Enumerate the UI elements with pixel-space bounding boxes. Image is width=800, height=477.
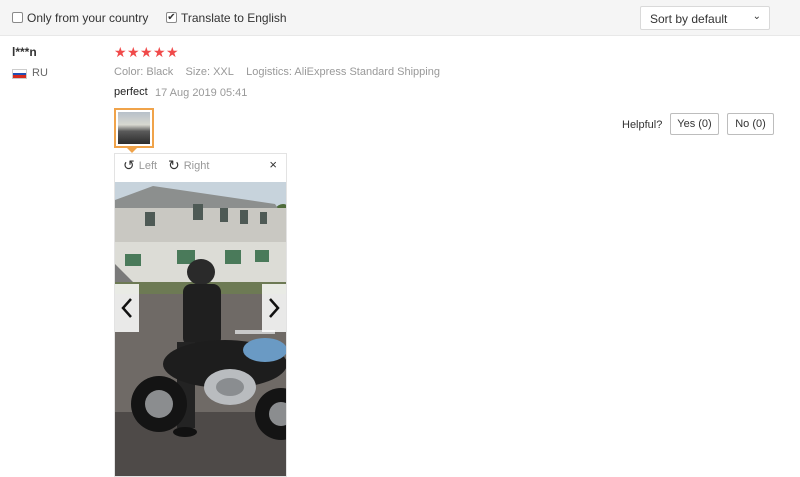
helpful-yes-button[interactable]: Yes (0) bbox=[670, 113, 719, 135]
review-date: 17 Aug 2019 05:41 bbox=[155, 87, 248, 99]
star-rating: ★★★★★ bbox=[114, 44, 179, 61]
rotate-left-button[interactable]: ↺ Left bbox=[123, 157, 157, 174]
only-country-checkbox[interactable] bbox=[12, 12, 23, 23]
thumbnail-image bbox=[118, 112, 150, 144]
review-photo-thumbnail[interactable] bbox=[114, 108, 154, 148]
rotate-right-label: Right bbox=[183, 160, 210, 172]
rotate-right-button[interactable]: ↻ Right bbox=[168, 157, 209, 174]
color-value: Black bbox=[146, 66, 174, 78]
rotate-left-icon: ↺ bbox=[123, 157, 135, 173]
star-icon: ★ bbox=[140, 44, 153, 60]
sort-value: Sort by default bbox=[650, 12, 728, 26]
size-label: Size: bbox=[185, 66, 211, 78]
image-viewer: ↺ Left ↻ Right × bbox=[114, 153, 287, 477]
order-attributes: Color: Black Size: XXL Logistics: AliExp… bbox=[114, 66, 440, 78]
filter-bar: Only from your country ✔ Translate to En… bbox=[0, 0, 800, 36]
rotate-left-label: Left bbox=[138, 160, 158, 172]
color-label: Color: bbox=[114, 66, 144, 78]
next-image-button[interactable] bbox=[262, 284, 286, 332]
viewer-toolbar: ↺ Left ↻ Right × bbox=[115, 154, 286, 178]
size-value: XXL bbox=[213, 66, 234, 78]
logistics-value: AliExpress Standard Shipping bbox=[294, 66, 440, 78]
star-icon: ★ bbox=[114, 44, 127, 60]
logistics-label: Logistics: bbox=[246, 66, 292, 78]
star-icon: ★ bbox=[153, 44, 166, 60]
helpful-no-button[interactable]: No (0) bbox=[727, 113, 774, 135]
reviewer-country: RU bbox=[32, 67, 48, 79]
sort-select[interactable]: Sort by default ⌄ bbox=[640, 6, 770, 30]
star-icon: ★ bbox=[166, 44, 179, 60]
chevron-right-icon bbox=[269, 298, 280, 318]
translate-checkbox[interactable]: ✔ bbox=[166, 12, 177, 23]
helpful-label: Helpful? bbox=[622, 119, 663, 131]
russia-flag-icon bbox=[12, 69, 27, 79]
chevron-left-icon bbox=[121, 298, 132, 318]
translate-label[interactable]: Translate to English bbox=[181, 11, 287, 25]
close-icon[interactable]: × bbox=[269, 157, 277, 172]
review-text: perfect bbox=[114, 86, 148, 98]
rotate-right-icon: ↻ bbox=[168, 157, 180, 173]
reviewer-name: l***n bbox=[12, 45, 37, 59]
prev-image-button[interactable] bbox=[115, 284, 139, 332]
chevron-down-icon: ⌄ bbox=[752, 11, 761, 22]
only-country-label[interactable]: Only from your country bbox=[27, 11, 148, 25]
star-icon: ★ bbox=[127, 44, 140, 60]
